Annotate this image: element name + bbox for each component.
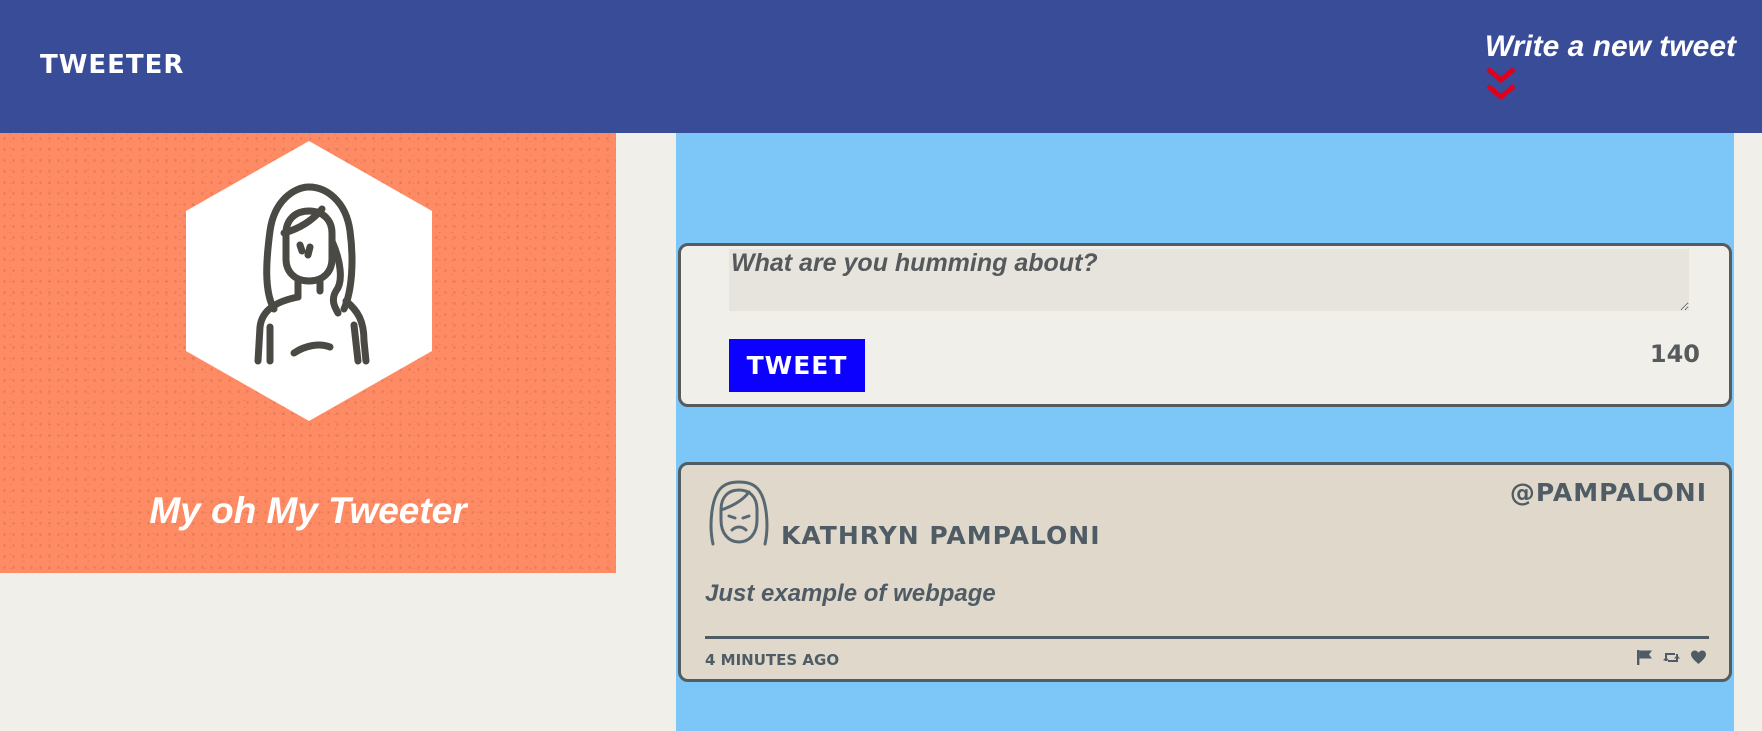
tweet-timestamp: 4 MINUTES AGO [705, 651, 840, 669]
new-tweet-form: TWEET 140 [678, 243, 1732, 407]
tweet-author-name: KATHRYN PAMPALONI [781, 521, 1101, 550]
tweet-card: KATHRYN PAMPALONI @PAMPALONI Just exampl… [678, 462, 1732, 682]
brand-logo[interactable]: TWEETER [40, 50, 184, 80]
sad-woman-avatar-icon [709, 480, 769, 546]
tweet-content: Just example of webpage [705, 580, 996, 607]
woman-avatar-icon [186, 141, 432, 421]
write-new-tweet-label[interactable]: Write a new tweet [1485, 30, 1736, 64]
profile-banner: My oh My Tweeter [0, 133, 616, 573]
double-chevron-down-icon[interactable] [1485, 66, 1517, 106]
tweet-button[interactable]: TWEET [729, 339, 865, 392]
retweet-icon[interactable] [1663, 649, 1680, 666]
heart-icon[interactable] [1690, 649, 1707, 666]
tweet-text-input[interactable] [729, 249, 1689, 311]
top-nav: TWEETER Write a new tweet [0, 0, 1762, 133]
profile-display-name: My oh My Tweeter [149, 490, 467, 531]
character-counter: 140 [1649, 340, 1700, 368]
write-new-tweet-toggle[interactable]: Write a new tweet [1485, 30, 1736, 106]
flag-icon[interactable] [1636, 649, 1653, 666]
tweet-actions [1636, 649, 1707, 666]
tweet-author-handle[interactable]: @PAMPALONI [1510, 478, 1707, 507]
tweet-divider [705, 636, 1709, 639]
